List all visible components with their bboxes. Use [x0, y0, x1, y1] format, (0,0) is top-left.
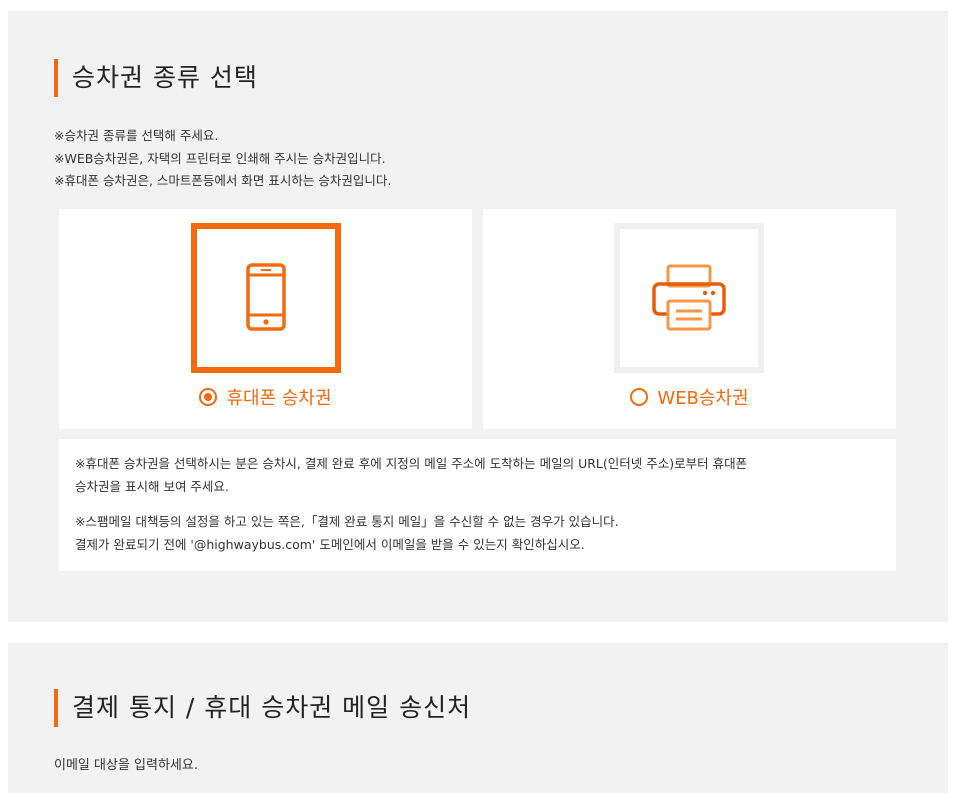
web-ticket-radio-row[interactable]: WEB승차권 [483, 386, 896, 412]
info-line: 결제가 완료되기 전에 '@highwaybus.com' 도메인에서 이메일을… [75, 536, 585, 552]
info-line: 승차권을 표시해 보여 주세요. [75, 478, 229, 494]
info-line: ※휴대폰 승차권을 선택하시는 분은 승차시, 결제 완료 후에 지정의 메일 … [75, 456, 748, 471]
mobile-ticket-radio[interactable] [199, 388, 218, 406]
note-line: ※WEB승차권은, 자택의 프린터로 인쇄해 주시는 승차권입니다. [54, 150, 386, 166]
section-title: 승차권 종류 선택 [54, 59, 258, 97]
note-line: ※휴대폰 승차권은, 스마트폰등에서 화면 표시하는 승차권입니다. [54, 173, 392, 188]
info-line: ※스팸메일 대책등의 설정을 하고 있는 쪽은,「결제 완료 통지 메일」을 수… [75, 514, 619, 529]
email-input-label: 이메일 대상을 입력하세요. [54, 758, 198, 773]
section-title: 결제 통지 / 휴대 승차권 메일 송신처 [54, 689, 471, 727]
ticket-notes: ※승차권 종류를 선택해 주세요. ※WEB승차권은, 자택의 프린터로 인쇄해… [54, 125, 391, 193]
mobile-ticket-info-box: ※휴대폰 승차권을 선택하시는 분은 승차시, 결제 완료 후에 지정의 메일 … [59, 439, 896, 571]
web-ticket-radio[interactable] [630, 388, 649, 406]
mobile-ticket-label: 휴대폰 승차권 [226, 388, 332, 409]
smartphone-icon [246, 263, 286, 331]
web-ticket-icon-box[interactable] [614, 223, 764, 373]
web-ticket-option[interactable]: WEB승차권 [483, 209, 896, 429]
ticket-type-section: 승차권 종류 선택 ※승차권 종류를 선택해 주세요. ※WEB승차권은, 자택… [8, 11, 948, 622]
note-line: ※승차권 종류를 선택해 주세요. [54, 128, 219, 143]
mobile-ticket-radio-row[interactable]: 휴대폰 승차권 [59, 386, 472, 412]
email-destination-section: 결제 통지 / 휴대 승차권 메일 송신처 이메일 대상을 입력하세요. [8, 643, 948, 793]
web-ticket-label: WEB승차권 [657, 388, 749, 409]
mobile-ticket-icon-box[interactable] [191, 223, 341, 373]
mobile-ticket-option[interactable]: 휴대폰 승차권 [59, 209, 472, 429]
printer-icon [652, 264, 726, 331]
